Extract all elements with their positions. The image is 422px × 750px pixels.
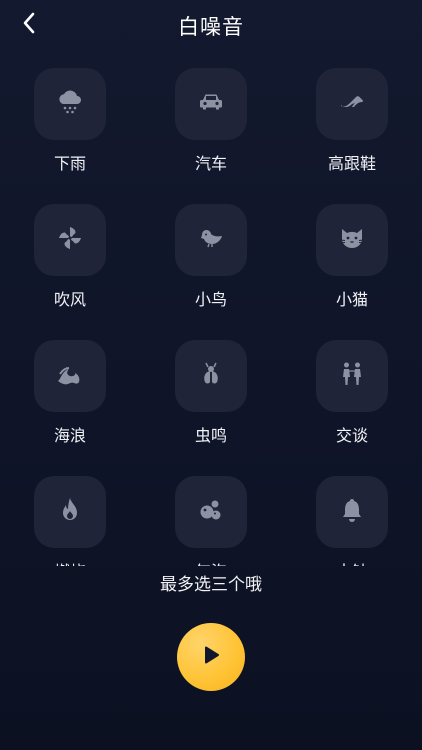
cicada-icon [196, 359, 226, 393]
play-button[interactable] [177, 623, 245, 691]
sound-tile[interactable] [316, 340, 388, 412]
sound-item-car[interactable]: 汽车 [151, 52, 271, 182]
sound-label: 汽车 [194, 154, 227, 173]
sound-item-waves[interactable]: 海浪 [10, 324, 130, 454]
sound-item-cat[interactable]: 小猫 [292, 188, 412, 318]
sound-tile[interactable] [175, 340, 247, 412]
high-heel-icon [337, 87, 367, 121]
sound-label: 小鸟 [194, 290, 227, 309]
sound-tile[interactable] [316, 476, 388, 548]
pinwheel-icon [55, 223, 85, 257]
sound-item-heels[interactable]: 高跟鞋 [292, 52, 412, 182]
sound-tile[interactable] [34, 204, 106, 276]
sound-label: 燃烧 [10, 558, 130, 566]
sound-label: 气泡 [151, 558, 271, 566]
sound-tile[interactable] [34, 340, 106, 412]
selection-hint: 最多选三个哦 [160, 575, 262, 595]
sound-tile[interactable] [34, 68, 106, 140]
sound-item-rain[interactable]: 下雨 [10, 52, 130, 182]
play-icon [200, 644, 222, 670]
page-title: 白噪音 [178, 15, 244, 39]
sound-item-wind[interactable]: 吹风 [10, 188, 130, 318]
sound-grid: 下雨 汽车 高跟鞋 吹风 小鸟 小猫 海浪 虫鸣 交谈 [0, 52, 422, 566]
cat-icon [337, 223, 367, 257]
sound-label: 高跟鞋 [327, 154, 376, 173]
sound-tile[interactable] [316, 68, 388, 140]
sound-tile[interactable] [175, 204, 247, 276]
sound-item-insects[interactable]: 虫鸣 [151, 324, 271, 454]
sound-tile[interactable] [175, 476, 247, 548]
header: 白噪音 [0, 0, 422, 52]
bird-icon [196, 223, 226, 257]
sound-label: 古钟 [292, 558, 412, 566]
sound-tile[interactable] [34, 476, 106, 548]
people-icon [337, 359, 367, 393]
wave-icon [55, 359, 85, 393]
sound-item-fire[interactable]: 燃烧 [10, 460, 130, 566]
sound-label: 小猫 [335, 290, 368, 309]
sound-item-bird[interactable]: 小鸟 [151, 188, 271, 318]
flame-icon [55, 495, 85, 529]
bell-icon [337, 495, 367, 529]
sound-tile[interactable] [175, 68, 247, 140]
rain-cloud-icon [55, 87, 85, 121]
sound-item-bell[interactable]: 古钟 [292, 460, 412, 566]
sound-label: 虫鸣 [194, 426, 227, 445]
sound-tile[interactable] [316, 204, 388, 276]
sound-item-bubbles[interactable]: 气泡 [151, 460, 271, 566]
bubbles-icon [196, 495, 226, 529]
sound-label: 下雨 [53, 154, 86, 173]
sound-label: 海浪 [53, 426, 86, 445]
car-icon [196, 87, 226, 121]
sound-item-talk[interactable]: 交谈 [292, 324, 412, 454]
sound-label: 吹风 [53, 290, 86, 309]
sound-label: 交谈 [335, 426, 368, 445]
